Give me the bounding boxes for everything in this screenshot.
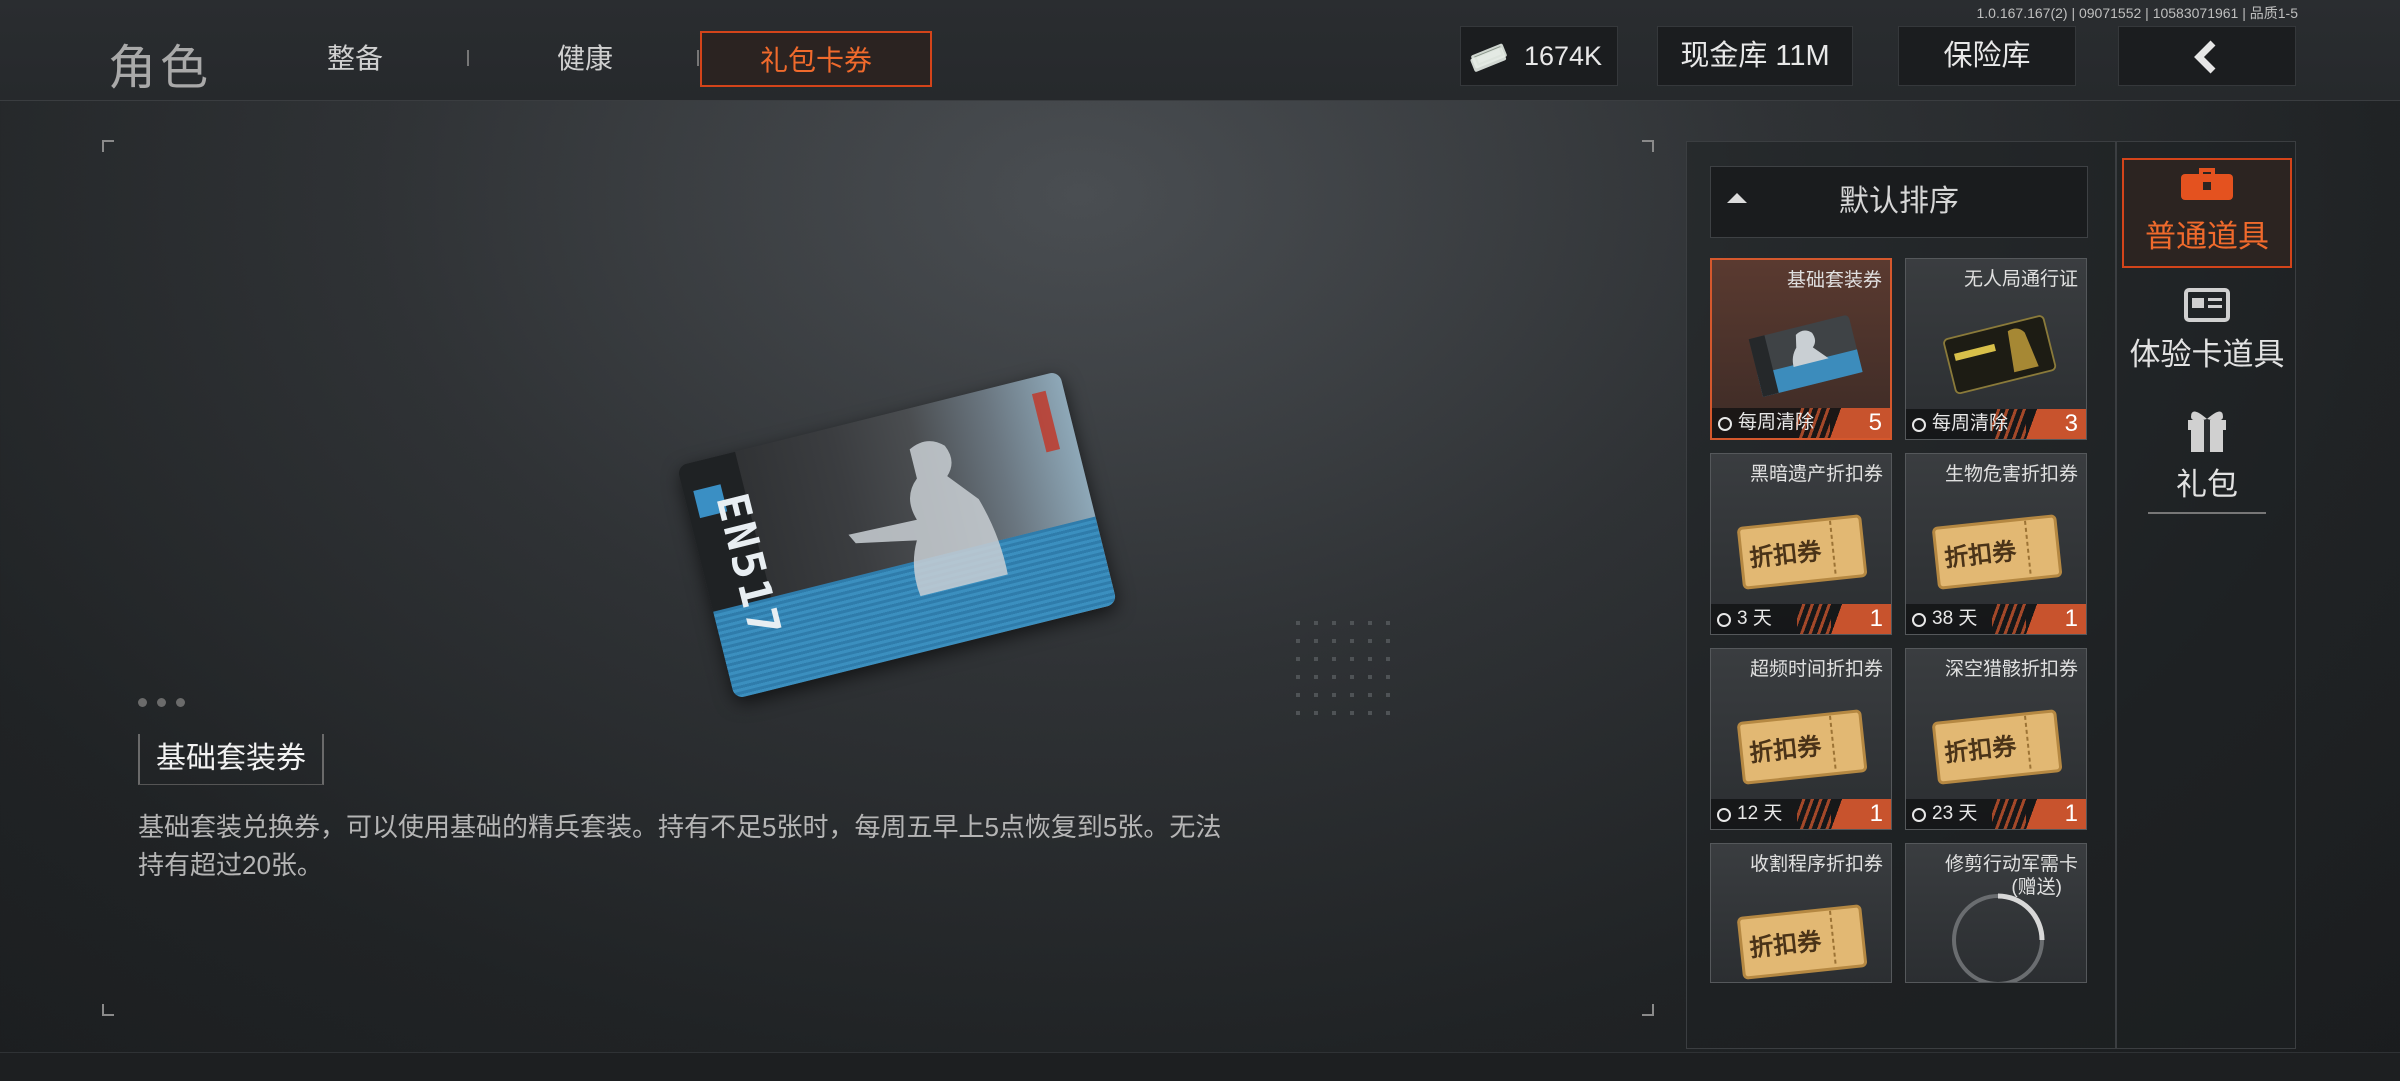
category-label: 礼包 [2176, 467, 2238, 502]
item-description: 基础套装兑换券，可以使用基础的精兵套装。持有不足5张时，每周五早上5点恢复到5张… [138, 812, 1222, 880]
item-count: 1 [2016, 604, 2086, 634]
frame-corner [102, 140, 114, 152]
item-title: 超频时间折扣券 [1749, 659, 1883, 680]
tab-health[interactable]: 健康 [510, 30, 660, 88]
discount-ticket-icon: 折扣券 [1737, 514, 1867, 590]
page-indicator [138, 694, 195, 712]
item-count: 1 [1821, 799, 1891, 829]
loading-ring-icon [1952, 893, 2045, 982]
item-expiry: 每周清除 [1932, 413, 2009, 434]
discount-ticket-icon: 折扣券 [1932, 709, 2062, 785]
category-normal-items[interactable]: 普通道具 [2122, 158, 2292, 268]
item-title: 无人局通行证 [1963, 269, 2078, 290]
item-count: 1 [2016, 799, 2086, 829]
inventory-item[interactable]: 基础套装券 每周清除 5 [1710, 258, 1892, 440]
item-name: 基础套装券 [138, 734, 324, 785]
item-title: 收割程序折扣券 [1749, 854, 1883, 875]
inventory-item[interactable]: 生物危害折扣券 折扣券 38 天 1 [1905, 453, 2087, 635]
pass-card-icon [1943, 315, 2057, 395]
item-expiry: 38 天 [1932, 608, 1978, 629]
frame-corner [102, 1004, 114, 1016]
page-title: 角色 [108, 42, 213, 95]
frame-corner [1642, 1004, 1654, 1016]
clock-icon [1912, 613, 1926, 627]
id-card-icon [2184, 288, 2230, 322]
clock-icon [1717, 613, 1731, 627]
item-title: 基础套装券 [1786, 270, 1882, 291]
inventory-item[interactable]: 无人局通行证 每周清除 3 [1905, 258, 2087, 440]
discount-ticket-icon: 折扣券 [1737, 709, 1867, 785]
item-title: 深空猎骸折扣券 [1944, 659, 2078, 680]
item-count: 5 [1820, 408, 1890, 438]
category-panel [2116, 141, 2296, 1049]
item-expiry: 23 天 [1932, 803, 1978, 824]
inventory-item[interactable]: 黑暗遗产折扣券 折扣券 3 天 1 [1710, 453, 1892, 635]
tab-divider [697, 50, 699, 66]
chest-icon [2181, 168, 2233, 200]
kit-card-icon [1748, 315, 1863, 397]
cash-vault-button[interactable]: 现金库 11M [1657, 26, 1853, 86]
item-title: 黑暗遗产折扣券 [1749, 464, 1883, 485]
decorative-dot-grid [1296, 621, 1390, 715]
clock-icon [1718, 417, 1732, 431]
sort-label: 默认排序 [1839, 185, 1959, 218]
chevron-left-icon [2194, 40, 2216, 74]
tab-equip[interactable]: 整备 [280, 30, 430, 88]
clock-icon [1912, 418, 1926, 432]
inventory-item[interactable]: 超频时间折扣券 折扣券 12 天 1 [1710, 648, 1892, 830]
cash-icon [1470, 43, 1507, 72]
currency-value: 1674K [1523, 41, 1603, 71]
gift-icon [2188, 411, 2226, 452]
sort-dropdown[interactable]: 默认排序 [1710, 166, 2088, 238]
back-button[interactable] [2118, 26, 2296, 86]
discount-ticket-icon: 折扣券 [1932, 514, 2062, 590]
item-expiry: 每周清除 [1738, 412, 1815, 433]
discount-ticket-icon: 折扣券 [1737, 904, 1867, 980]
item-card-image: EN517 [676, 370, 1118, 700]
item-expiry: 3 天 [1737, 608, 1772, 629]
category-gift-packs[interactable]: 礼包 [2122, 402, 2292, 514]
bottom-bar [0, 1052, 2400, 1081]
item-count: 3 [2016, 409, 2086, 439]
build-info: 1.0.167.167(2) | 09071552 | 10583071961 … [1976, 5, 2299, 21]
clock-icon [1912, 808, 1926, 822]
insurance-vault-button[interactable]: 保险库 [1898, 26, 2076, 86]
item-title: 生物危害折扣券 [1944, 464, 2078, 485]
item-expiry: 12 天 [1737, 803, 1783, 824]
tab-gift-cards[interactable]: 礼包卡券 [700, 31, 932, 87]
tab-divider [467, 50, 469, 66]
inventory-item[interactable]: 修剪行动军需卡 (赠送) [1905, 843, 2087, 983]
inventory-item[interactable]: 深空猎骸折扣券 折扣券 23 天 1 [1905, 648, 2087, 830]
clock-icon [1717, 808, 1731, 822]
frame-corner [1642, 140, 1654, 152]
item-count: 1 [1821, 604, 1891, 634]
category-label: 普通道具 [2145, 219, 2269, 254]
category-label: 体验卡道具 [2129, 337, 2285, 372]
inventory-item[interactable]: 收割程序折扣券 折扣券 [1710, 843, 1892, 983]
category-trial-cards[interactable]: 体验卡道具 [2122, 284, 2292, 374]
